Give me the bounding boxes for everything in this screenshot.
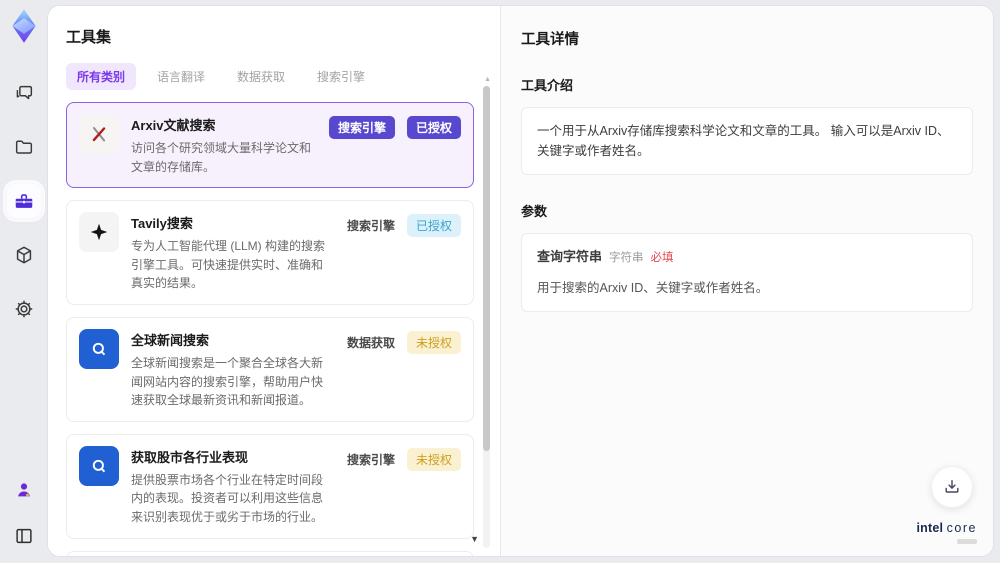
chat-icon — [16, 85, 33, 100]
collapse-sidebar-button[interactable] — [7, 519, 41, 553]
tool-info: Tavily搜索 专为人工智能代理 (LLM) 构建的搜索引擎工具。可快速提供实… — [131, 212, 335, 293]
left-rail — [0, 0, 48, 563]
download-button[interactable] — [931, 466, 973, 508]
download-icon — [945, 480, 959, 493]
param-box: 查询字符串 字符串 必填 用于搜索的Arxiv ID、关键字或作者姓名。 — [521, 233, 973, 312]
user-avatar-icon — [18, 483, 30, 497]
tool-card-arxiv[interactable]: Arxiv文献搜索 访问各个研究领域大量科学论文和文章的存储库。 搜索引擎 已授… — [66, 102, 474, 189]
list-scrollbar-track[interactable] — [483, 86, 490, 548]
rail-bottom — [7, 473, 41, 553]
panel-layout-icon — [16, 528, 32, 544]
news-search-icon — [79, 328, 119, 369]
toolbox-icon — [15, 194, 33, 208]
param-description: 用于搜索的Arxiv ID、关键字或作者姓名。 — [537, 280, 769, 295]
packages-nav-button[interactable] — [7, 238, 41, 272]
gear-icon — [15, 300, 33, 318]
main-window: 工具集 所有类别 语言翻译 数据获取 搜索引擎 Arxiv文献搜索 访问各个研究… — [48, 6, 993, 556]
tool-name: 全球新闻搜索 — [131, 332, 210, 348]
category-badge: 数据获取 — [346, 335, 395, 350]
intro-heading: 工具介绍 — [521, 78, 574, 93]
scroll-up-arrow[interactable]: ▲ — [484, 76, 491, 83]
param-type: 字符串 — [609, 252, 644, 264]
tool-card-list: Arxiv文献搜索 访问各个研究领域大量科学论文和文章的存储库。 搜索引擎 已授… — [66, 102, 474, 556]
status-badge: 未授权 — [406, 330, 461, 354]
tool-badges: 搜索引擎 已授权 — [346, 214, 461, 238]
tool-card-sector-performance[interactable]: 获取股市各行业表现 提供股票市场各个行业在特定时间段内的表现。投资者可以利用这些… — [66, 433, 474, 539]
tool-badges: 数据获取 未授权 — [346, 330, 461, 354]
tool-info: 获取股市各行业表现 提供股票市场各个行业在特定时间段内的表现。投资者可以利用这些… — [131, 446, 335, 527]
details-title: 工具详情 — [521, 32, 579, 48]
tab-search-engine[interactable]: 搜索引擎 — [306, 63, 376, 90]
tool-description: 专为人工智能代理 (LLM) 构建的搜索引擎工具。可快速提供实时、准确和真实的结… — [131, 239, 326, 291]
tools-nav-button[interactable] — [7, 184, 41, 218]
tool-badges: 搜索引擎 未授权 — [346, 447, 461, 471]
arxiv-logo-icon — [79, 114, 119, 154]
tavily-star-icon — [79, 212, 119, 253]
tool-card-global-news[interactable]: 全球新闻搜索 全球新闻搜索是一个聚合全球各大新闻网站内容的搜索引擎，帮助用户快速… — [66, 316, 474, 422]
tab-data-fetching[interactable]: 数据获取 — [226, 63, 296, 90]
tools-list-panel: 工具集 所有类别 语言翻译 数据获取 搜索引擎 Arxiv文献搜索 访问各个研究… — [48, 6, 500, 556]
settings-nav-button[interactable] — [7, 292, 41, 326]
folder-icon — [15, 140, 33, 154]
intel-logo-text: intel — [916, 521, 944, 536]
tool-name: Arxiv文献搜索 — [131, 118, 216, 133]
scroll-down-arrow[interactable]: ▼ — [470, 534, 479, 544]
tool-card-active-stocks[interactable]: 获取市场最活跃股票信息 提供当天交易量最高的股票列表。投资者可以利用这些信息来识… — [66, 550, 474, 556]
intro-text-box: 一个用于从Arxiv存储库搜索科学论文和文章的工具。 输入可以是Arxiv ID… — [521, 107, 973, 175]
account-button[interactable] — [7, 473, 41, 507]
tool-name: Tavily搜索 — [131, 216, 193, 232]
tool-description: 访问各个研究领域大量科学论文和文章的存储库。 — [131, 141, 312, 174]
tool-card-tavily[interactable]: Tavily搜索 专为人工智能代理 (LLM) 构建的搜索引擎工具。可快速提供实… — [66, 200, 474, 305]
files-nav-button[interactable] — [7, 130, 41, 164]
cube-icon — [16, 246, 32, 264]
tool-description: 提供股票市场各个行业在特定时间段内的表现。投资者可以利用这些信息来识别表现优于或… — [131, 472, 324, 524]
tool-details-panel: 工具详情 工具介绍 一个用于从Arxiv存储库搜索科学论文和文章的工具。 输入可… — [500, 6, 993, 556]
stock-search-icon — [79, 445, 119, 486]
params-heading: 参数 — [521, 204, 548, 219]
core-logo-text: core — [946, 521, 977, 536]
category-badge: 搜索引擎 — [346, 219, 395, 234]
tab-all-categories[interactable]: 所有类别 — [66, 63, 137, 90]
status-badge: 已授权 — [406, 116, 461, 139]
param-header: 查询字符串 字符串 必填 — [537, 247, 957, 268]
chat-nav-button[interactable] — [7, 76, 41, 110]
category-badge: 搜索引擎 — [346, 452, 395, 467]
category-tabs: 所有类别 语言翻译 数据获取 搜索引擎 — [66, 63, 474, 90]
status-badge: 未授权 — [406, 447, 461, 471]
status-badge: 已授权 — [406, 214, 461, 238]
tab-language-translation[interactable]: 语言翻译 — [146, 63, 216, 90]
tool-name: 获取股市各行业表现 — [131, 449, 249, 465]
tool-info: Arxiv文献搜索 访问各个研究领域大量科学论文和文章的存储库。 — [131, 114, 317, 176]
app-logo-icon — [12, 9, 36, 43]
page-title: 工具集 — [66, 29, 112, 46]
param-name: 查询字符串 — [537, 249, 603, 264]
list-scrollbar-thumb[interactable] — [483, 86, 490, 451]
brand-sub-mark — [957, 539, 977, 544]
tool-description: 全球新闻搜索是一个聚合全球各大新闻网站内容的搜索引擎，帮助用户快速获取全球最新资… — [131, 355, 324, 408]
tool-badges: 搜索引擎 已授权 — [328, 116, 461, 139]
tool-info: 全球新闻搜索 全球新闻搜索是一个聚合全球各大新闻网站内容的搜索引擎，帮助用户快速… — [131, 329, 335, 410]
intel-core-logo: intel core — [916, 521, 977, 544]
rail-nav — [7, 76, 41, 326]
param-required-flag: 必填 — [650, 252, 674, 264]
category-badge: 搜索引擎 — [328, 116, 395, 139]
